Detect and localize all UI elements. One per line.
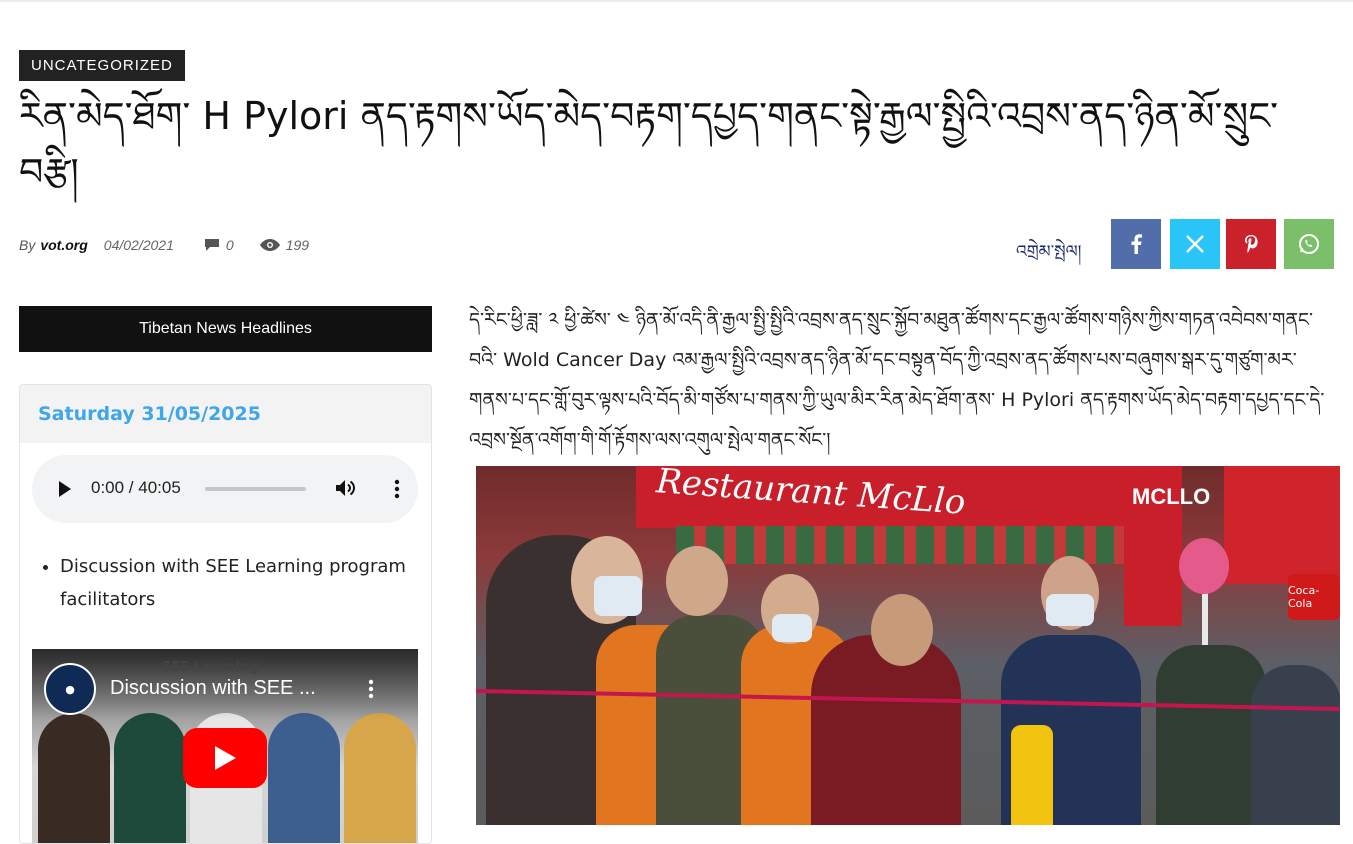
- pink-balloon: [1179, 538, 1229, 594]
- comment-count-value: 0: [225, 237, 234, 253]
- person-image: [344, 713, 416, 843]
- channel-logo: ●: [44, 663, 96, 715]
- person-image: [268, 713, 340, 843]
- view-count-value: 199: [285, 237, 310, 253]
- audio-seek-bar[interactable]: [205, 487, 306, 491]
- face-mask: [772, 614, 812, 642]
- volume-icon[interactable]: [335, 478, 357, 498]
- person-figure: [1251, 665, 1340, 825]
- facebook-icon: [1131, 234, 1142, 254]
- yellow-khata: [1011, 725, 1053, 825]
- category-badge[interactable]: UNCATEGORIZED: [19, 50, 185, 81]
- top-divider: [0, 0, 1353, 2]
- playlist-item[interactable]: Discussion with SEE Learning program fac…: [60, 550, 430, 616]
- coca-cola-sign: Coca-Cola: [1288, 574, 1340, 620]
- more-options-icon[interactable]: [394, 479, 400, 499]
- video-title[interactable]: Discussion with SEE ...: [110, 677, 316, 700]
- see-learning-logo: SEE Learning: [162, 660, 259, 675]
- audio-player: 0:00 / 40:05: [32, 455, 418, 523]
- eye-icon: [259, 239, 280, 251]
- author-link[interactable]: vot.org: [40, 237, 87, 253]
- sidebar-header[interactable]: Tibetan News Headlines: [19, 306, 432, 352]
- article-body: དེ་རིང་ཕྱི་ཟླ་ ༢ ཕྱི་ཚེས་ ༤ ཉིན་མོ་འདི་ན…: [469, 309, 1325, 451]
- face: [871, 594, 933, 666]
- video-thumbnail[interactable]: SEE Learning ● Discussion with SEE ...: [32, 649, 418, 843]
- face: [666, 546, 728, 616]
- radio-widget: Saturday 31/05/2025 0:00 / 40:05 Discuss…: [19, 384, 432, 844]
- play-icon[interactable]: [58, 480, 72, 498]
- x-icon: [1186, 235, 1204, 253]
- comment-icon: [204, 239, 219, 251]
- article-meta: By vot.org 04/02/2021 0 199: [19, 234, 309, 256]
- person-image: [38, 713, 110, 843]
- publish-date: 04/02/2021: [103, 237, 174, 253]
- whatsapp-icon: [1299, 234, 1319, 254]
- pinterest-share-button[interactable]: [1226, 219, 1276, 269]
- play-triangle-icon: [215, 746, 236, 770]
- person-figure: [1156, 645, 1266, 825]
- share-label: འགྲེམ་སྤེལ།: [1016, 242, 1082, 262]
- person-image: [114, 713, 186, 843]
- widget-date: Saturday 31/05/2025: [20, 385, 431, 443]
- comment-count[interactable]: 0: [204, 237, 234, 253]
- playlist: Discussion with SEE Learning program fac…: [38, 550, 430, 616]
- vertical-sign-text: MCLLO: [1132, 484, 1211, 509]
- view-count: 199: [259, 237, 310, 253]
- facebook-share-button[interactable]: [1111, 219, 1161, 269]
- red-tent: [1224, 466, 1340, 584]
- monk-figure: [811, 635, 961, 825]
- article-title: རིན་མེད་ཐོག་ H Pylori ནད་རྟགས་ཡོད་མེད་བར…: [19, 94, 1279, 194]
- x-share-button[interactable]: [1170, 219, 1220, 269]
- whatsapp-share-button[interactable]: [1284, 219, 1334, 269]
- youtube-play-button[interactable]: [183, 728, 267, 788]
- article-photo: Restaurant McLlo MCLLO Coca-Cola: [476, 466, 1340, 825]
- face-mask: [594, 576, 642, 616]
- pinterest-icon: [1245, 235, 1258, 253]
- audio-time: 0:00 / 40:05: [91, 478, 181, 497]
- face-mask: [1046, 594, 1094, 626]
- by-label: By: [19, 237, 36, 253]
- video-menu-icon[interactable]: [368, 679, 374, 699]
